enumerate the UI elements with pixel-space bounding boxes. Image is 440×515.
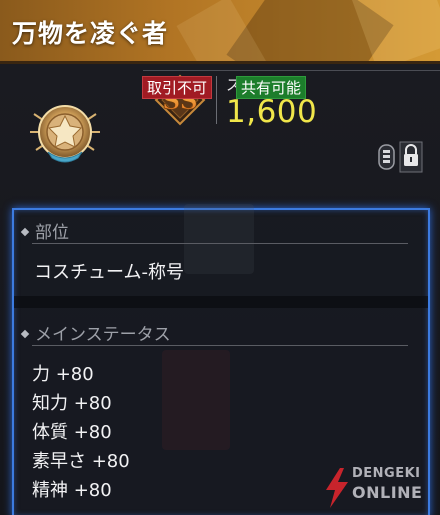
title-bar-edge xyxy=(0,61,440,64)
share-status-badge: 共有可能 xyxy=(236,76,307,99)
watermark: DENGEKI ONLINE xyxy=(322,462,440,515)
background-item-tile xyxy=(184,204,254,274)
stat-strength: 力 +80 xyxy=(32,364,94,385)
main-stats-heading-label: メインステータス xyxy=(35,325,171,345)
score-divider xyxy=(216,76,217,124)
background-item-tile xyxy=(162,350,230,450)
emblem-icon xyxy=(30,105,100,163)
watermark-line1: DENGEKI xyxy=(352,466,421,481)
diamond-bullet-icon xyxy=(20,329,30,339)
item-tooltip: 万物を凌ぐ者 SS 1,600 取引不可 共有可能 部位 コスチューム-称号 メ… xyxy=(0,0,440,515)
diamond-bullet-icon xyxy=(20,227,30,237)
section-rule xyxy=(32,243,408,244)
lock-toggle-icon[interactable] xyxy=(378,140,424,174)
part-heading: 部位 xyxy=(20,218,69,243)
part-heading-label: 部位 xyxy=(35,223,69,243)
section-rule xyxy=(32,345,408,346)
item-title-bar: 万物を凌ぐ者 xyxy=(0,0,440,64)
section-separator xyxy=(14,296,428,308)
main-stats-heading: メインステータス xyxy=(20,320,171,345)
stat-constitution: 体質 +80 xyxy=(32,422,112,443)
item-name: 万物を凌ぐ者 xyxy=(12,19,169,48)
stat-intelligence: 知力 +80 xyxy=(32,393,112,414)
watermark-logo-icon xyxy=(326,468,348,508)
stat-spirit: 精神 +80 xyxy=(32,480,112,501)
watermark-line2: ONLINE xyxy=(352,483,423,502)
trade-status-badge: 取引不可 xyxy=(142,76,213,99)
stat-agility: 素早さ +80 xyxy=(32,451,130,472)
part-value: コスチューム-称号 xyxy=(34,262,184,283)
